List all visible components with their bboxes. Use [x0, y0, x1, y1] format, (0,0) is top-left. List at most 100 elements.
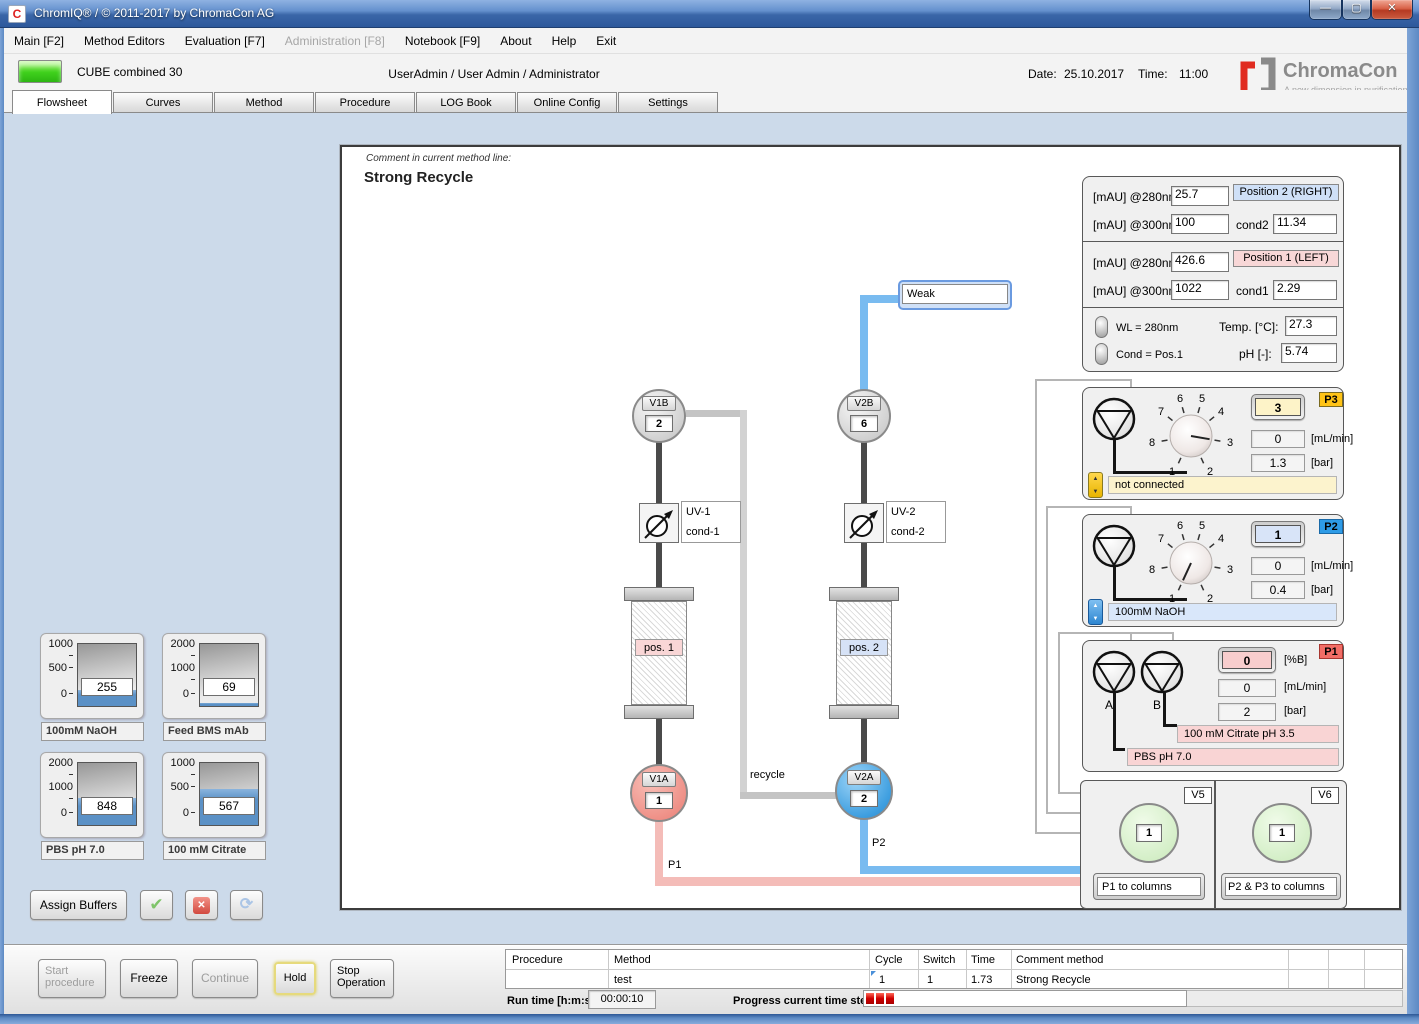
- pump-p2-setpoint[interactable]: 1: [1251, 521, 1305, 547]
- pump-b-outlet-line: [1163, 693, 1177, 727]
- window-border-right: [1407, 28, 1419, 1014]
- column2-position-label: pos. 2: [840, 639, 888, 656]
- close-button[interactable]: ✕: [1371, 0, 1413, 20]
- pump-p2-spinner[interactable]: ▲▼: [1088, 599, 1103, 625]
- tab-method[interactable]: Method: [214, 92, 314, 113]
- progress-segment: [866, 993, 874, 1004]
- weak-outlet-value[interactable]: Weak: [902, 284, 1008, 304]
- svg-text:8: 8: [1149, 564, 1155, 576]
- pipe-p1-bracket-end: [1058, 792, 1082, 794]
- position1-badge: Position 1 (LEFT): [1233, 250, 1339, 267]
- window-border-left: [0, 28, 4, 1014]
- tab-online-config[interactable]: Online Config: [517, 92, 617, 113]
- col-time: Time: [971, 954, 995, 966]
- pressure-unit-label: [bar]: [1311, 584, 1333, 596]
- gauge-axis-max: 1000: [43, 638, 73, 662]
- gauge-naoh: 1000 500 0 255 100mM NaOH: [40, 633, 144, 719]
- pressure-unit-label: [bar]: [1284, 705, 1306, 717]
- bottom-control-bar: Start procedure Freeze Continue Hold Sto…: [4, 945, 1407, 1014]
- assign-buffers-button[interactable]: Assign Buffers: [30, 890, 127, 920]
- pump-p1-gradient-value[interactable]: 0: [1222, 651, 1272, 669]
- svg-text:4: 4: [1218, 533, 1224, 545]
- menu-notebook[interactable]: Notebook [F9]: [395, 28, 490, 53]
- pipe-col1-a: [656, 441, 662, 503]
- method-comment: Strong Recycle: [364, 169, 473, 186]
- pump-p3-setpoint[interactable]: 3: [1251, 394, 1305, 420]
- valve-v5-route-button[interactable]: P1 to columns: [1093, 873, 1205, 900]
- chromiq-window: C ChromIQ® / © 2011-2017 by ChromaCon AG…: [0, 0, 1419, 1024]
- selector-dial[interactable]: 12 34 56 78: [1133, 388, 1245, 480]
- pump-p3-setpoint-value[interactable]: 3: [1255, 398, 1301, 416]
- pump-p3-spinner[interactable]: ▲▼: [1088, 472, 1103, 498]
- tab-curves[interactable]: Curves: [113, 92, 213, 113]
- minimize-button[interactable]: —: [1309, 0, 1342, 20]
- valve-v2a-button[interactable]: V2A: [847, 770, 881, 785]
- weak-outlet-field[interactable]: Weak: [898, 280, 1012, 310]
- confirm-button[interactable]: ✔: [140, 890, 173, 920]
- valve-v1b-button[interactable]: V1B: [642, 396, 676, 411]
- freeze-button[interactable]: Freeze: [120, 959, 178, 998]
- menu-help[interactable]: Help: [542, 28, 587, 53]
- cell-cycle[interactable]: 1: [879, 974, 885, 986]
- pump-p2-buffer-strip[interactable]: 100mM NaOH: [1108, 603, 1337, 621]
- valve-v5-badge: V5: [1184, 787, 1212, 804]
- stop-operation-button[interactable]: Stop Operation: [330, 959, 394, 998]
- pipe-p2-bracket-end: [1046, 812, 1082, 814]
- menu-exit[interactable]: Exit: [586, 28, 626, 53]
- cell-switch[interactable]: 1: [927, 974, 933, 986]
- recycle-label: recycle: [750, 769, 785, 781]
- pump-p2-pressure: 0.4: [1251, 581, 1305, 599]
- col-switch: Switch: [923, 954, 955, 966]
- selector-dial[interactable]: 12 34 56 78: [1133, 515, 1245, 607]
- menu-evaluation[interactable]: Evaluation [F7]: [175, 28, 275, 53]
- cond1-value: 2.29: [1273, 280, 1337, 300]
- pump-p1-gradient[interactable]: 0: [1218, 647, 1276, 673]
- wavelength-label: WL = 280nm: [1116, 322, 1178, 334]
- cond-select-toggle[interactable]: [1095, 343, 1108, 365]
- gauge-axis-zero: 0: [43, 807, 73, 819]
- valve-v5[interactable]: 1: [1119, 803, 1179, 863]
- pump-p1-buffer-a-strip[interactable]: PBS pH 7.0: [1127, 748, 1339, 766]
- menu-main[interactable]: Main [F2]: [4, 28, 74, 53]
- pump-p2-setpoint-value[interactable]: 1: [1255, 525, 1301, 543]
- tab-settings[interactable]: Settings: [618, 92, 718, 113]
- pump-p3-badge: P3: [1319, 392, 1343, 407]
- cell-method[interactable]: test: [614, 974, 632, 986]
- valve-v6-position: 1: [1269, 824, 1295, 842]
- tab-procedure[interactable]: Procedure: [315, 92, 415, 113]
- tab-log-book[interactable]: LOG Book: [416, 92, 516, 113]
- valve-v2a[interactable]: V2A 2: [835, 762, 893, 820]
- valve-v2b-position: 6: [850, 415, 878, 432]
- ph-label: pH [-]:: [1239, 347, 1272, 361]
- wavelength-toggle[interactable]: [1095, 316, 1108, 338]
- valve-v1b[interactable]: V1B 2: [632, 389, 686, 443]
- valve-v2b[interactable]: V2B 6: [837, 389, 891, 443]
- pump-b-label: B: [1153, 698, 1161, 712]
- divider: [1083, 307, 1343, 308]
- cell-comment[interactable]: Strong Recycle: [1016, 974, 1091, 986]
- col-comment-method: Comment method: [1016, 954, 1103, 966]
- flow-unit-label: [mL/min]: [1311, 433, 1353, 445]
- svg-text:6: 6: [1177, 393, 1183, 405]
- cell-time[interactable]: 1.73: [971, 974, 992, 986]
- pump-p3-buffer-strip[interactable]: not connected: [1108, 476, 1337, 494]
- abs280-label-pos2: [mAU] @280nm: [1093, 190, 1179, 204]
- valve-v2b-button[interactable]: V2B: [847, 396, 881, 411]
- valve-v6[interactable]: 1: [1252, 803, 1312, 863]
- abs300-value-pos2: 100: [1171, 214, 1229, 234]
- valve-v1a-button[interactable]: V1A: [642, 772, 676, 787]
- valve-v6-route-button[interactable]: P2 & P3 to columns: [1221, 873, 1341, 900]
- hold-button[interactable]: Hold: [274, 962, 316, 995]
- menu-method-editors[interactable]: Method Editors: [74, 28, 175, 53]
- pump-p1-buffer-b-strip[interactable]: 100 mM Citrate pH 3.5: [1177, 725, 1339, 743]
- cancel-button[interactable]: ✕: [185, 890, 218, 920]
- column1-bottom-cap: [624, 705, 694, 719]
- menu-about[interactable]: About: [490, 28, 541, 53]
- maximize-button[interactable]: ▢: [1342, 0, 1371, 20]
- valve-v1a[interactable]: V1A 1: [630, 764, 688, 822]
- divider: [1214, 781, 1216, 908]
- tab-flowsheet[interactable]: Flowsheet: [12, 90, 112, 114]
- temp-value: 27.3: [1285, 316, 1337, 336]
- progress-segment: [886, 993, 894, 1004]
- refresh-button: ⟳: [230, 890, 263, 920]
